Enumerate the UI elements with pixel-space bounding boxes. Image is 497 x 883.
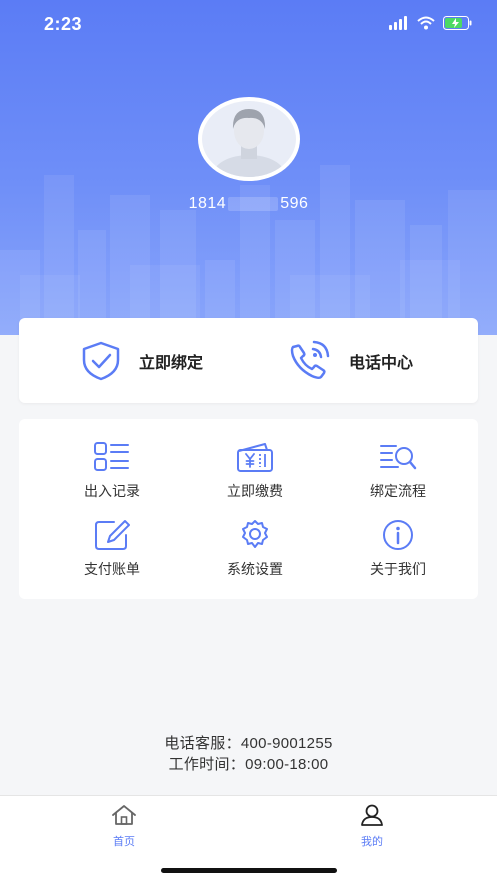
cellular-signal-icon bbox=[389, 16, 407, 30]
status-icons bbox=[389, 16, 473, 30]
gear-icon bbox=[242, 520, 268, 548]
info-icon bbox=[383, 520, 413, 550]
phone-call-icon bbox=[290, 340, 330, 379]
grid-label-payment-bills: 支付账单 bbox=[84, 561, 140, 577]
phone-center-label: 电话中心 bbox=[349, 354, 414, 372]
phone-prefix: 1814 bbox=[188, 195, 227, 212]
grid-item-bind-process[interactable]: 绑定流程 bbox=[338, 441, 458, 511]
bind-now-label: 立即绑定 bbox=[139, 354, 204, 372]
wifi-icon bbox=[417, 16, 435, 30]
avatar[interactable] bbox=[198, 97, 300, 181]
list-search-icon bbox=[380, 445, 417, 470]
grid-label-access-records: 出入记录 bbox=[84, 483, 140, 499]
person-icon bbox=[361, 804, 383, 826]
home-indicator bbox=[161, 868, 337, 873]
profile-header: 2:23 1814 596 bbox=[0, 0, 497, 335]
edit-pencil-icon bbox=[95, 520, 130, 550]
grid-label-pay-now: 立即缴费 bbox=[227, 483, 283, 499]
phone-center-button[interactable]: 电话中心 bbox=[287, 318, 413, 403]
status-bar: 2:23 bbox=[0, 0, 497, 52]
grid-item-system-settings[interactable]: 系统设置 bbox=[195, 519, 315, 589]
user-avatar-icon bbox=[202, 101, 296, 177]
profile-phone: 1814 596 bbox=[0, 195, 497, 213]
grid-item-about-us[interactable]: 关于我们 bbox=[338, 519, 458, 589]
grid-item-payment-bills[interactable]: 支付账单 bbox=[52, 519, 172, 589]
grid-item-pay-now[interactable]: 立即缴费 bbox=[195, 441, 315, 511]
function-grid-card: 出入记录 立即缴费 绑定流程 支付账单 系统设置 关于我们 bbox=[19, 419, 478, 599]
battery-charging-icon bbox=[443, 16, 472, 30]
grid-label-about-us: 关于我们 bbox=[370, 561, 426, 577]
status-time: 2:23 bbox=[44, 14, 83, 34]
grid-label-bind-process: 绑定流程 bbox=[370, 483, 426, 499]
hotline-text: 电话客服：400-9001255 bbox=[164, 735, 333, 752]
city-skyline-background bbox=[0, 165, 497, 335]
bind-now-button[interactable]: 立即绑定 bbox=[79, 318, 203, 403]
quick-actions-card: 立即绑定 电话中心 bbox=[19, 318, 478, 403]
grid-label-system-settings: 系统设置 bbox=[227, 561, 283, 577]
tab-home-label: 首页 bbox=[113, 836, 135, 848]
tab-mine[interactable]: 我的 bbox=[332, 804, 412, 849]
shield-check-icon bbox=[82, 341, 120, 380]
grid-item-access-records[interactable]: 出入记录 bbox=[52, 441, 172, 511]
tab-home[interactable]: 首页 bbox=[84, 804, 164, 849]
hours-text: 工作时间：09:00-18:00 bbox=[168, 756, 329, 773]
tab-mine-label: 我的 bbox=[361, 836, 383, 848]
list-grid-icon bbox=[94, 442, 129, 471]
phone-mask bbox=[228, 196, 279, 211]
phone-suffix: 596 bbox=[280, 195, 309, 212]
home-icon bbox=[112, 805, 136, 825]
yen-ticket-icon bbox=[237, 443, 273, 472]
contact-info: 电话客服：400-9001255 工作时间：09:00-18:00 bbox=[0, 733, 497, 775]
